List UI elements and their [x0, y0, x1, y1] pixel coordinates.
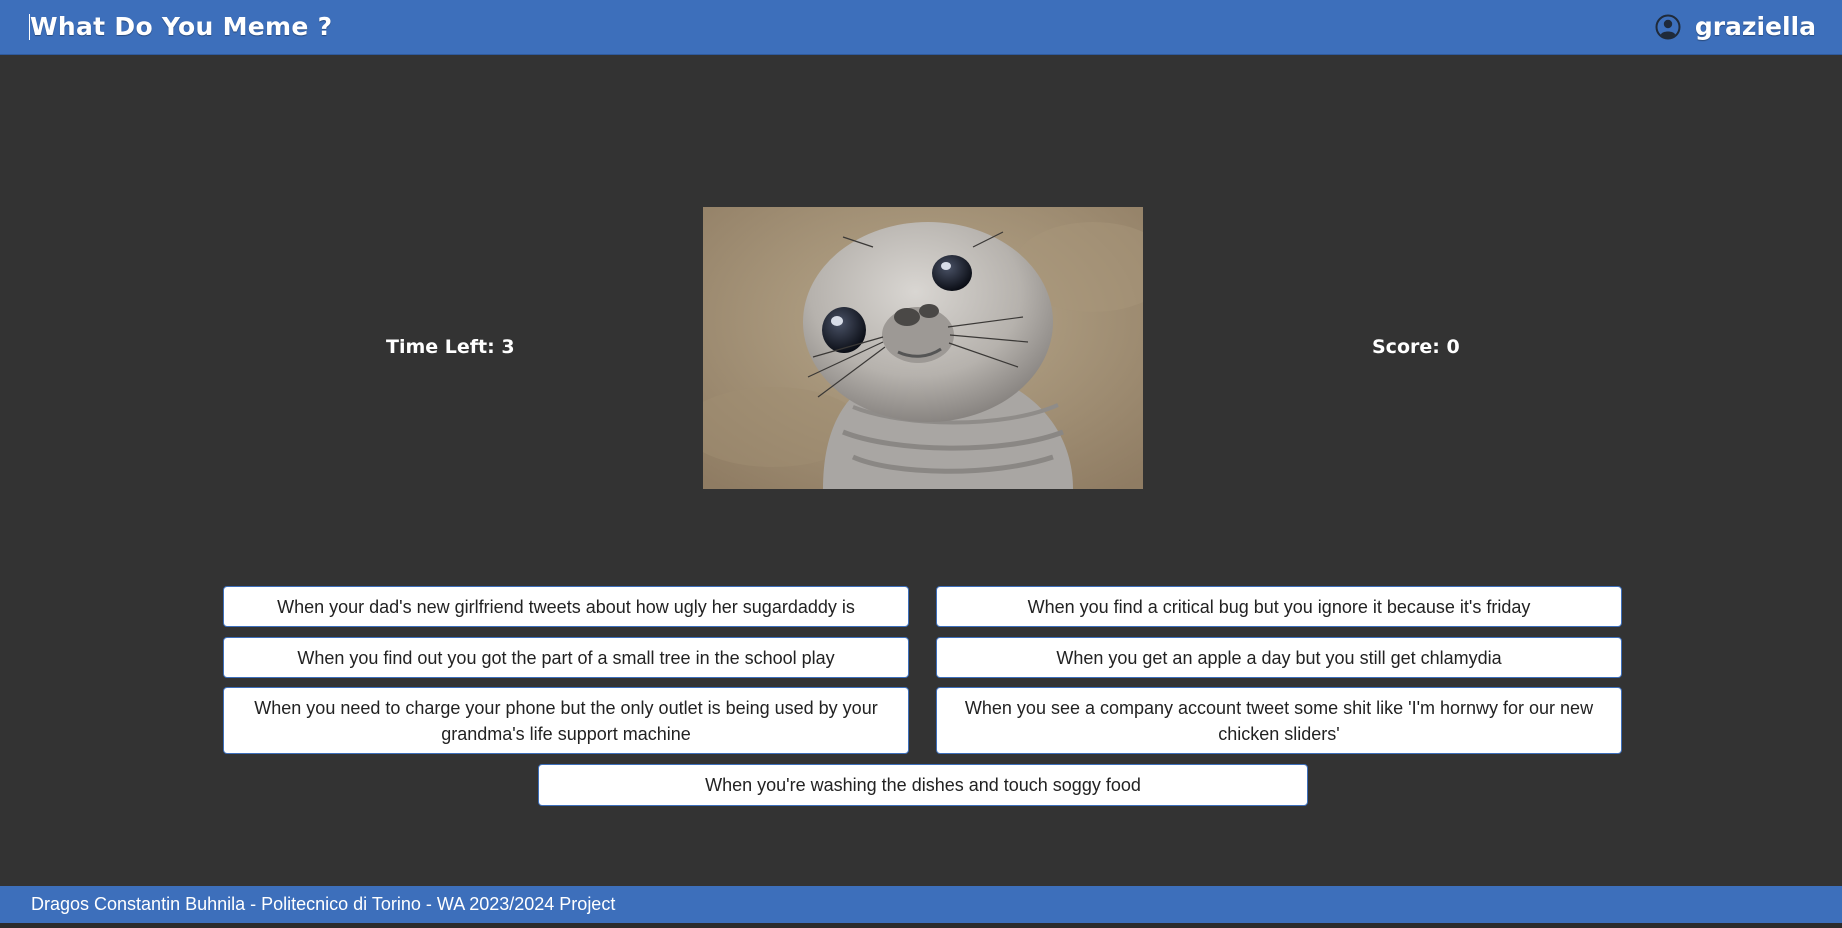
caption-option[interactable]: When you get an apple a day but you stil… — [936, 637, 1622, 678]
app-title[interactable]: What Do You Meme ? — [28, 12, 332, 41]
caption-option[interactable]: When you find a critical bug but you ign… — [936, 586, 1622, 627]
navbar: What Do You Meme ? graziella — [0, 0, 1842, 55]
score-label: Score: 0 — [1372, 336, 1460, 358]
caption-option[interactable]: When you need to charge your phone but t… — [223, 687, 909, 754]
username[interactable]: graziella — [1695, 12, 1816, 41]
caption-option[interactable]: When you find out you got the part of a … — [223, 637, 909, 678]
user-circle-icon[interactable] — [1655, 14, 1681, 40]
footer: Dragos Constantin Buhnila - Politecnico … — [0, 886, 1842, 923]
caption-option[interactable]: When you're washing the dishes and touch… — [538, 764, 1308, 806]
caption-option[interactable]: When your dad's new girlfriend tweets ab… — [223, 586, 909, 627]
caption-option[interactable]: When you see a company account tweet som… — [936, 687, 1622, 754]
bottom-divider — [0, 923, 1842, 928]
user-menu[interactable]: graziella — [1655, 12, 1816, 41]
meme-image — [703, 207, 1143, 489]
time-left-label: Time Left: 3 — [386, 336, 515, 358]
footer-credits: Dragos Constantin Buhnila - Politecnico … — [31, 894, 616, 914]
